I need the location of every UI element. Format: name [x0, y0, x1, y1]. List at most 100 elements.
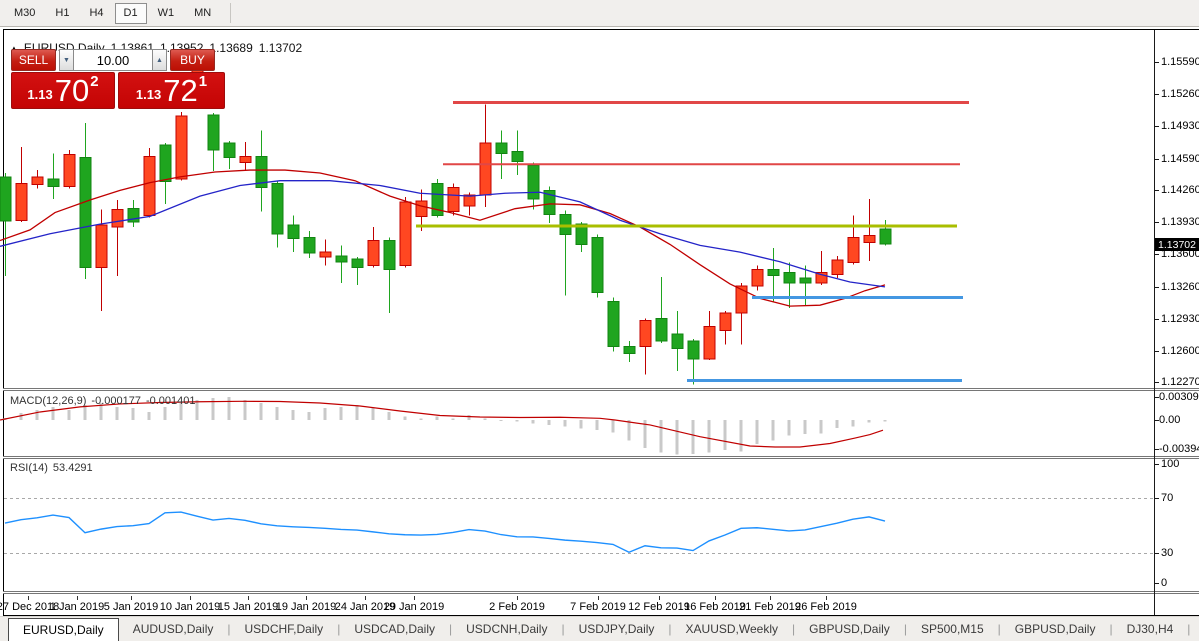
- buy-button[interactable]: BUY: [170, 49, 215, 71]
- date-tick: [365, 596, 366, 600]
- date-tick: [517, 596, 518, 600]
- timeframe-button-h4[interactable]: H4: [80, 3, 112, 24]
- date-axis-label: 12 Feb 2019: [628, 601, 690, 613]
- date-tick: [77, 596, 78, 600]
- price-tick: [1154, 159, 1159, 160]
- rsi-tick: [1154, 498, 1159, 499]
- tab-audusd-daily[interactable]: AUDUSD,Daily: [119, 617, 228, 641]
- rsi-label: RSI(14) 53.4291: [10, 462, 93, 474]
- panel-separator-macd-rsi[interactable]: [3, 456, 1199, 459]
- chevron-down-icon: ▼: [63, 57, 70, 64]
- volume-decrease-button[interactable]: ▼: [59, 49, 74, 71]
- price-axis-label: 1.15590: [1161, 56, 1199, 68]
- macd-value-signal: -0.001401: [146, 395, 196, 407]
- timeframe-button-w1[interactable]: W1: [149, 3, 184, 24]
- tab-gbpusd-daily[interactable]: GBPUSD,Daily: [1001, 617, 1110, 641]
- date-axis-label: 21 Feb 2019: [739, 601, 801, 613]
- symbol-tab-bar: EURUSD,DailyAUDUSD,Daily|USDCHF,Daily|US…: [0, 616, 1199, 641]
- timeframe-button-h1[interactable]: H1: [46, 3, 78, 24]
- trade-panel-row-prices: 1.13 70 2 1.13 72 1: [11, 72, 226, 109]
- toolbar-divider: [230, 3, 231, 23]
- macd-value-main: -0.000177: [91, 395, 141, 407]
- macd-label: MACD(12,26,9) -0.000177 -0.001401: [10, 395, 196, 407]
- tab-dj30-h4[interactable]: DJ30,H4: [1113, 617, 1188, 641]
- price-tick: [1154, 222, 1159, 223]
- rsi-axis-label: 30: [1161, 547, 1173, 559]
- price-tick: [1154, 319, 1159, 320]
- tab-usdcnh-daily[interactable]: USDCNH,Daily: [452, 617, 561, 641]
- date-tick: [659, 596, 660, 600]
- date-axis-label: 5 Jan 2019: [104, 601, 158, 613]
- date-tick: [715, 596, 716, 600]
- date-tick: [131, 596, 132, 600]
- price-axis-label: 1.12270: [1161, 376, 1199, 388]
- date-axis-label: 1 Jan 2019: [50, 601, 104, 613]
- rsi-tick: [1154, 583, 1159, 584]
- date-axis-label: 10 Jan 2019: [160, 601, 221, 613]
- timeframe-button-m30[interactable]: M30: [5, 3, 44, 24]
- price-axis-label: 1.15260: [1161, 88, 1199, 100]
- price-axis-label: 1.13260: [1161, 281, 1199, 293]
- price-axis-label: 1.13930: [1161, 216, 1199, 228]
- volume-increase-button[interactable]: ▲: [152, 49, 167, 71]
- timeframe-button-d1[interactable]: D1: [115, 3, 147, 24]
- date-tick: [826, 596, 827, 600]
- date-axis-label: 16 Feb 2019: [684, 601, 746, 613]
- rsi-axis-label: 70: [1161, 492, 1173, 504]
- trade-panel-row-top: SELL ▼ ▲ BUY: [11, 49, 226, 71]
- date-axis-label: 2 Feb 2019: [489, 601, 545, 613]
- date-tick: [306, 596, 307, 600]
- date-tick: [414, 596, 415, 600]
- price-tick: [1154, 351, 1159, 352]
- price-axis-label: 1.14930: [1161, 120, 1199, 132]
- price-tick: [1154, 94, 1159, 95]
- sell-price-pip: 2: [90, 73, 98, 90]
- sell-button[interactable]: SELL: [11, 49, 56, 71]
- tab-usdchf-daily[interactable]: USDCHF,Daily: [231, 617, 338, 641]
- tab-tech100-[interactable]: TECH100,: [1190, 617, 1199, 641]
- date-tick: [28, 596, 29, 600]
- date-axis-label: 19 Jan 2019: [276, 601, 337, 613]
- date-axis-label: 15 Jan 2019: [218, 601, 279, 613]
- volume-input[interactable]: [74, 49, 152, 71]
- timeframe-toolbar: M30H1H4D1W1MN: [0, 0, 1199, 27]
- rsi-tick: [1154, 553, 1159, 554]
- price-axis-label: 1.12600: [1161, 345, 1199, 357]
- buy-price-prefix: 1.13: [136, 87, 161, 102]
- sell-price-prefix: 1.13: [27, 87, 52, 102]
- rsi-name: RSI(14): [10, 462, 48, 474]
- date-tick: [190, 596, 191, 600]
- current-price-tag: 1.13702: [1155, 238, 1199, 251]
- rsi-axis-label: 0: [1161, 577, 1167, 589]
- price-tick: [1154, 62, 1159, 63]
- one-click-trading-panel: SELL ▼ ▲ BUY 1.13 70 2 1.13 72 1: [11, 49, 226, 109]
- date-axis-label: 29 Jan 2019: [384, 601, 445, 613]
- sell-price-button[interactable]: 1.13 70 2: [11, 72, 115, 109]
- panel-separator-rsi-time: [3, 591, 1199, 594]
- tab-usdcad-daily[interactable]: USDCAD,Daily: [340, 617, 449, 641]
- macd-axis-label: 0.00: [1159, 414, 1180, 426]
- price-tick: [1154, 287, 1159, 288]
- macd-axis-label: 0.003095: [1159, 391, 1199, 403]
- sell-price-main: 70: [55, 76, 89, 106]
- price-tick: [1154, 126, 1159, 127]
- tab-sp500-m15[interactable]: SP500,M15: [907, 617, 998, 641]
- tab-eurusd-daily[interactable]: EURUSD,Daily: [8, 618, 119, 641]
- buy-price-main: 72: [163, 76, 197, 106]
- tab-gbpusd-daily[interactable]: GBPUSD,Daily: [795, 617, 904, 641]
- panel-separator-main-macd[interactable]: [3, 388, 1199, 391]
- rsi-axis-label: 100: [1161, 458, 1179, 470]
- date-tick: [598, 596, 599, 600]
- date-tick: [248, 596, 249, 600]
- buy-price-button[interactable]: 1.13 72 1: [118, 72, 225, 109]
- tab-xauusd-weekly[interactable]: XAUUSD,Weekly: [672, 617, 792, 641]
- timeframe-button-mn[interactable]: MN: [185, 3, 220, 24]
- price-tick: [1154, 190, 1159, 191]
- chevron-up-icon: ▲: [156, 57, 163, 64]
- buy-price-pip: 1: [199, 73, 207, 90]
- tab-usdjpy-daily[interactable]: USDJPY,Daily: [565, 617, 669, 641]
- macd-name: MACD(12,26,9): [10, 395, 86, 407]
- price-axis-label: 1.14590: [1161, 153, 1199, 165]
- rsi-tick: [1154, 464, 1159, 465]
- date-axis-label: 26 Feb 2019: [795, 601, 857, 613]
